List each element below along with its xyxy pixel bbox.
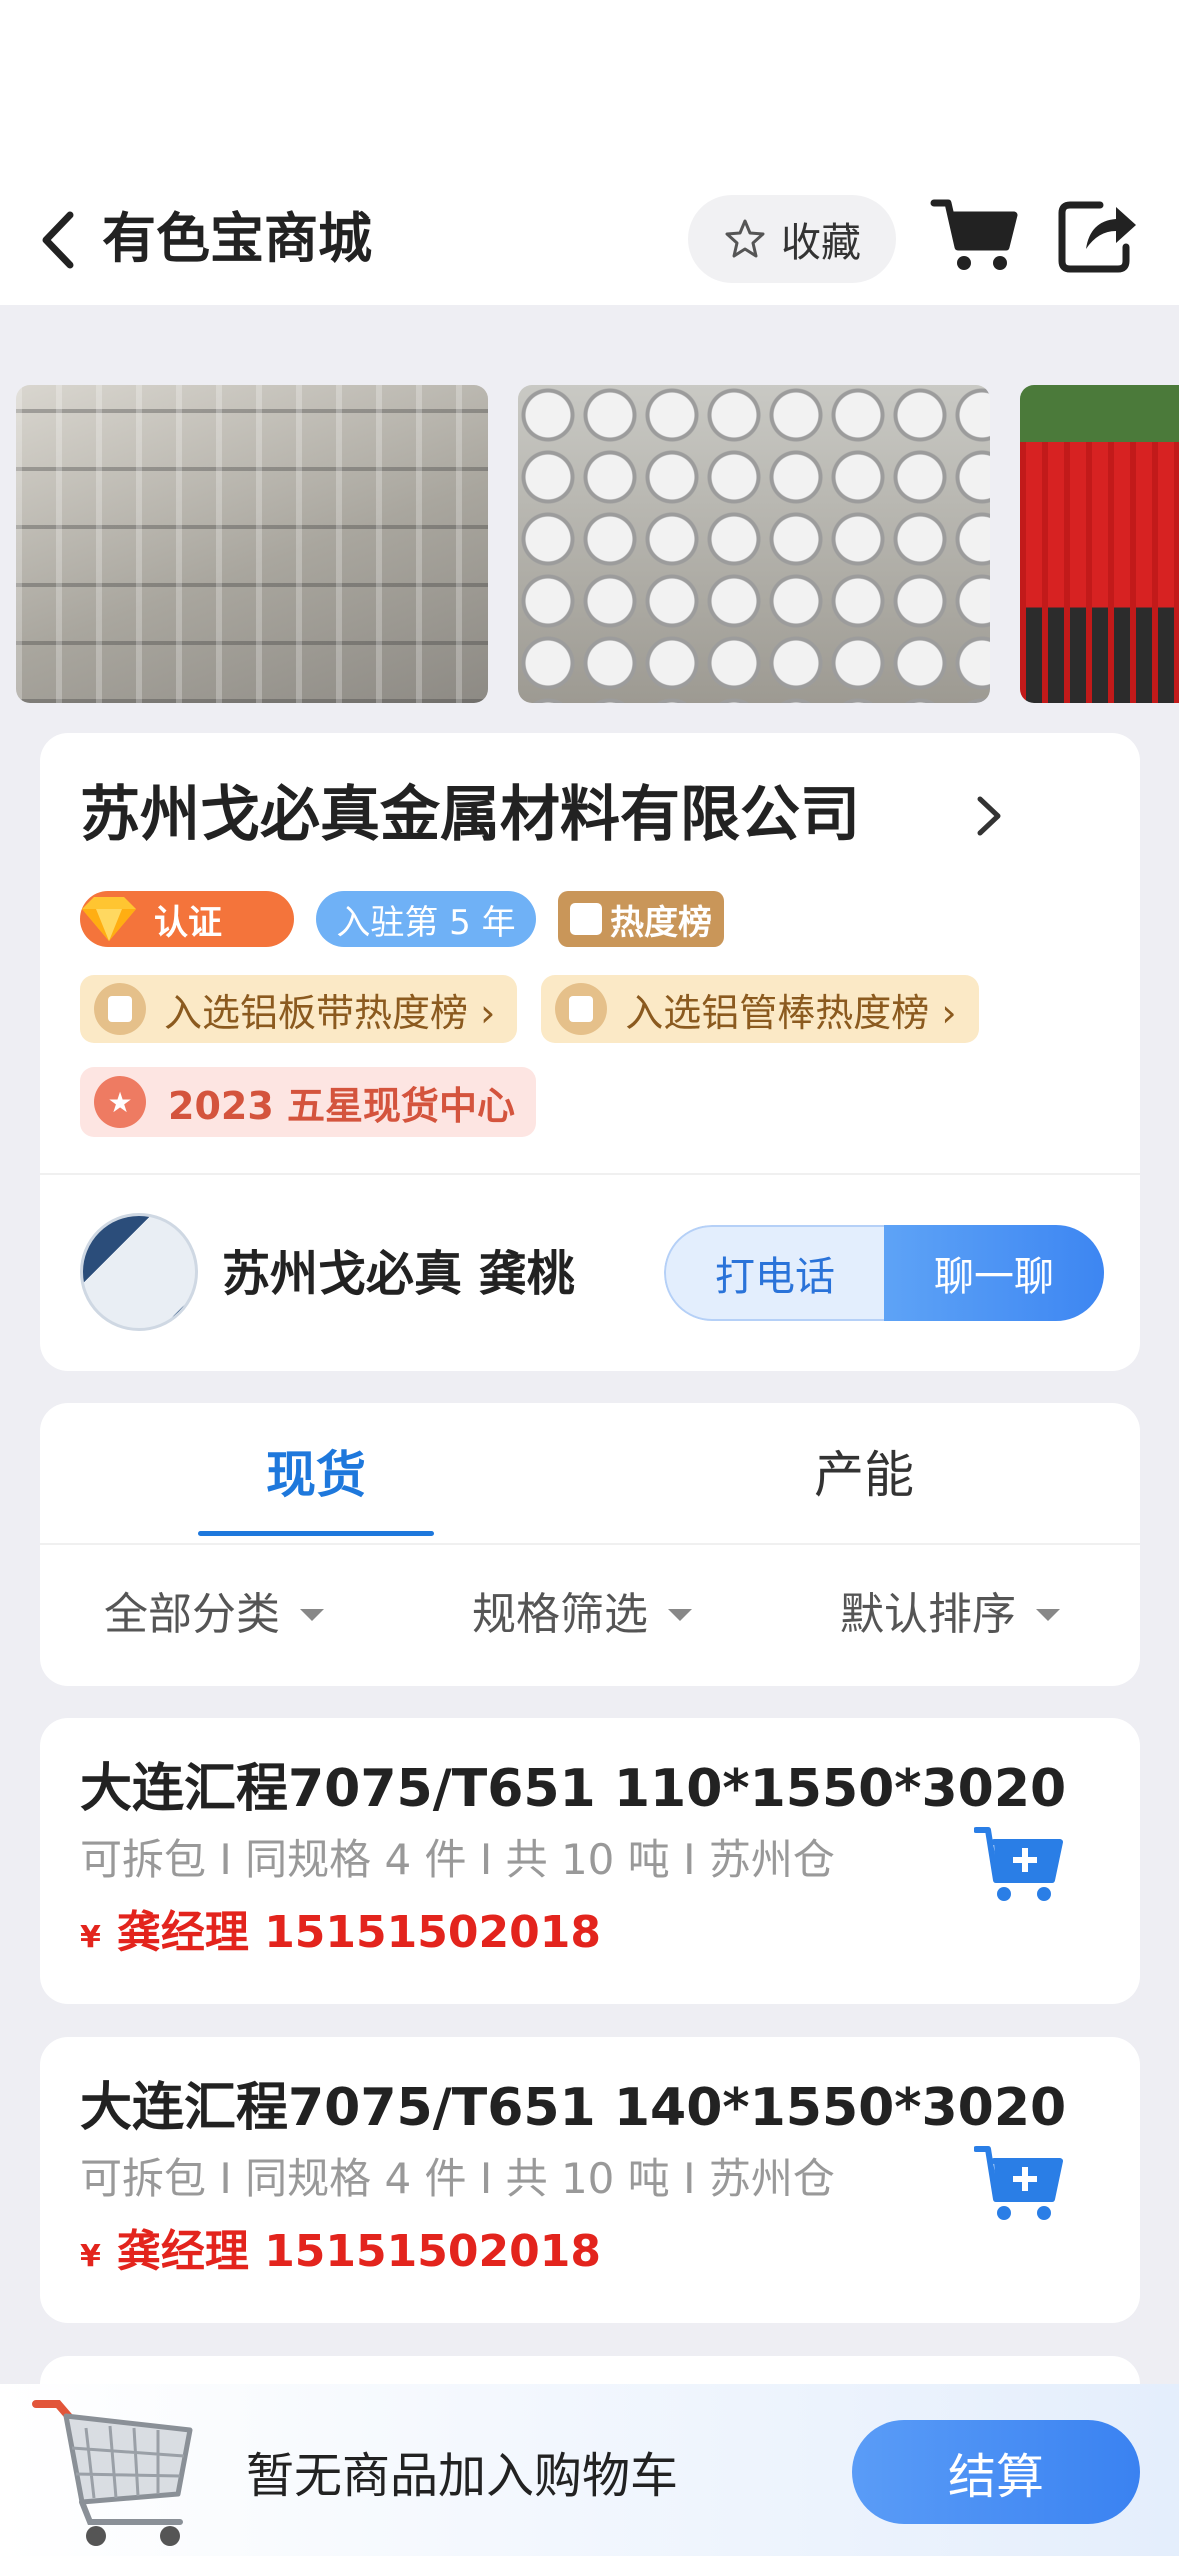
favorite-button[interactable]: 收藏	[688, 195, 896, 283]
gallery-photo-truck[interactable]	[1020, 385, 1179, 703]
divider	[40, 1173, 1140, 1175]
gallery-photo-aluminum-rods[interactable]	[518, 385, 990, 703]
five-star-award[interactable]: ★ 2023 五星现货中心	[80, 1067, 536, 1137]
page-title: 有色宝商城	[102, 207, 372, 270]
product-image-gallery[interactable]	[0, 385, 1179, 703]
product-contact-text: 龚经理 15151502018	[116, 2226, 601, 2277]
ranking-label: 入选铝板带热度榜 ›	[164, 990, 496, 1035]
avatar[interactable]	[80, 1213, 198, 1331]
product-contact: ¥ 龚经理 15151502018	[80, 1904, 601, 1967]
filter-label: 默认排序	[840, 1589, 1016, 1640]
product-meta: 可拆包 I 同规格 4 件 I 共 10 吨 I 苏州仓	[80, 1835, 835, 1884]
product-meta: 可拆包 I 同规格 4 件 I 共 10 吨 I 苏州仓	[80, 2154, 835, 2203]
caret-down-icon	[300, 1609, 324, 1621]
status-bar	[0, 0, 1179, 175]
ranking-pill-tube[interactable]: 入选铝管棒热度榜 ›	[541, 975, 979, 1043]
add-to-cart-icon[interactable]	[974, 1824, 1064, 1904]
product-title: 大连汇程7075/T651 140*1550*3020	[80, 2078, 1067, 2138]
tab-capacity[interactable]: 产能	[814, 1443, 914, 1507]
ranking-label: 入选铝管棒热度榜 ›	[625, 990, 957, 1035]
medal-star-icon: ★	[94, 1076, 146, 1128]
chevron-right-icon[interactable]	[970, 791, 1006, 841]
yen-symbol: ¥	[80, 2239, 101, 2274]
call-button[interactable]: 打电话	[664, 1225, 884, 1321]
five-star-award-label: 2023 五星现货中心	[168, 1083, 515, 1128]
ranking-icon	[94, 983, 146, 1035]
favorite-label: 收藏	[781, 220, 861, 266]
active-tab-indicator	[198, 1531, 434, 1536]
listing-tabs-card: 现货 产能 全部分类 规格筛选 默认排序	[40, 1403, 1140, 1686]
bottom-cart-bar: 暂无商品加入购物车 结算	[0, 2384, 1179, 2556]
years-badge: 入驻第 5 年	[316, 891, 536, 947]
back-arrow-icon[interactable]	[36, 207, 86, 273]
product-card[interactable]: 大连汇程7075/T651 140*1550*3020 可拆包 I 同规格 4 …	[40, 2037, 1140, 2323]
ranking-pill-plate[interactable]: 入选铝板带热度榜 ›	[80, 975, 518, 1043]
gallery-photo-aluminum-bars[interactable]	[16, 385, 488, 703]
sort-dropdown[interactable]: 默认排序	[840, 1585, 1060, 1645]
company-badges: 认证 入驻第 5 年 热度榜	[80, 891, 724, 947]
cart-icon[interactable]	[930, 195, 1020, 275]
product-title: 大连汇程7075/T651 110*1550*3020	[80, 1759, 1067, 1819]
diamond-icon	[82, 897, 136, 941]
product-card[interactable]: 大连汇程7075/T651 110*1550*3020 可拆包 I 同规格 4 …	[40, 1718, 1140, 2004]
company-card: 苏州戈必真金属材料有限公司 认证 入驻第 5 年 热度榜 入选铝板带热度榜 › …	[40, 733, 1140, 1371]
caret-down-icon	[1036, 1609, 1060, 1621]
checkout-button[interactable]: 结算	[852, 2420, 1140, 2524]
spec-filter-dropdown[interactable]: 规格筛选	[472, 1585, 692, 1645]
ranking-row: 入选铝板带热度榜 › 入选铝管棒热度榜 ›	[80, 975, 979, 1043]
top-nav-bar: 有色宝商城 收藏	[0, 175, 1179, 305]
add-to-cart-icon[interactable]	[974, 2143, 1064, 2223]
ranking-icon	[555, 983, 608, 1035]
filter-label: 全部分类	[104, 1589, 280, 1640]
all-categories-dropdown[interactable]: 全部分类	[104, 1585, 324, 1645]
chat-button[interactable]: 聊一聊	[884, 1225, 1104, 1321]
hot-list-label: 热度榜	[610, 902, 712, 943]
share-icon[interactable]	[1056, 195, 1140, 275]
product-contact-text: 龚经理 15151502018	[116, 1907, 601, 1958]
filter-label: 规格筛选	[472, 1589, 648, 1640]
caret-down-icon	[668, 1609, 692, 1621]
product-contact: ¥ 龚经理 15151502018	[80, 2223, 601, 2286]
company-name[interactable]: 苏州戈必真金属材料有限公司	[80, 775, 860, 855]
hot-list-icon	[570, 903, 602, 935]
contact-name: 苏州戈必真 龚桃	[222, 1246, 575, 1302]
contact-actions: 打电话 聊一聊	[664, 1225, 1104, 1321]
shopping-trolley-icon[interactable]	[30, 2390, 200, 2550]
certified-badge-label: 认证	[154, 902, 222, 943]
certified-badge: 认证	[80, 891, 294, 947]
divider	[40, 1543, 1140, 1545]
star-outline-icon	[725, 219, 765, 258]
tab-stock[interactable]: 现货	[266, 1443, 366, 1507]
yen-symbol: ¥	[80, 1920, 101, 1955]
hot-list-badge[interactable]: 热度榜	[558, 891, 724, 947]
empty-cart-text: 暂无商品加入购物车	[246, 2448, 679, 2504]
